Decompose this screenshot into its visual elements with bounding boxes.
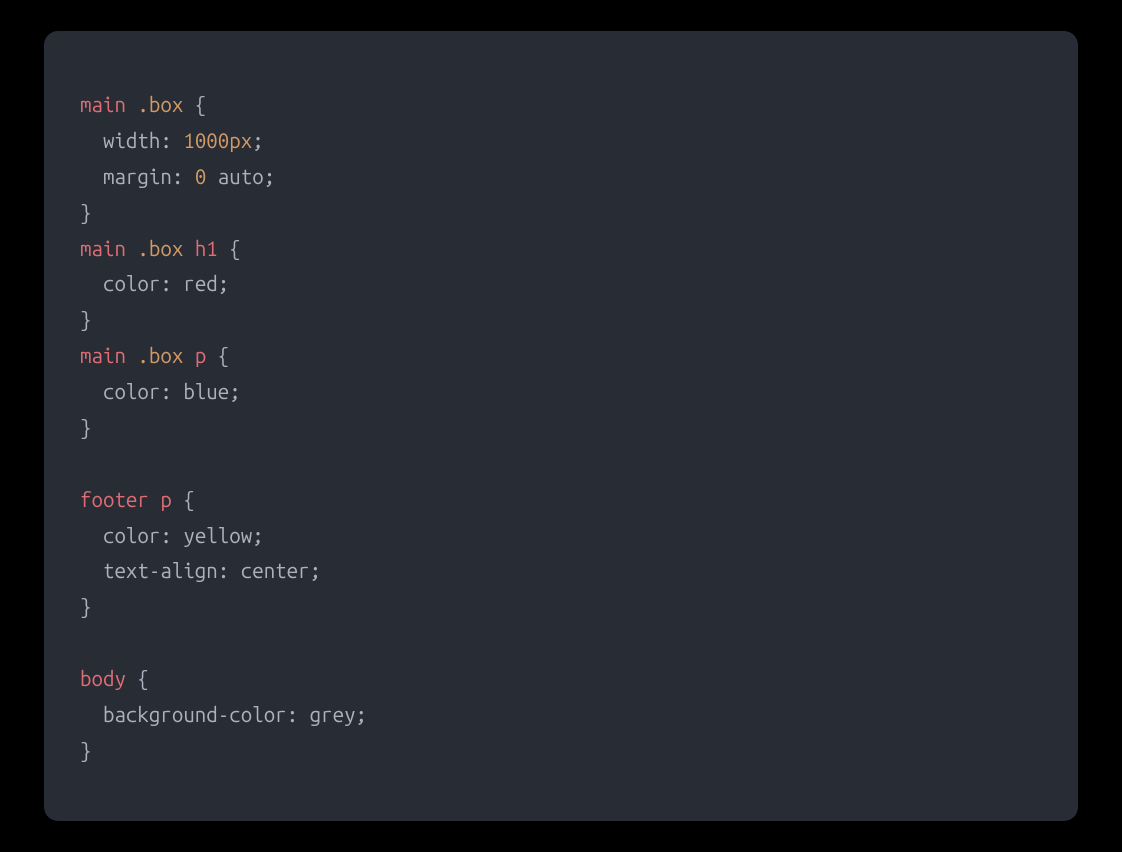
code-token: main bbox=[80, 237, 126, 260]
code-token: grey bbox=[310, 703, 356, 726]
code-token: } bbox=[80, 308, 91, 331]
code-token: : bbox=[160, 380, 183, 403]
code-token: main bbox=[80, 93, 126, 116]
code-token: .box bbox=[137, 93, 183, 116]
code-token: blue bbox=[183, 380, 229, 403]
code-token: : bbox=[160, 129, 183, 152]
code-token bbox=[126, 237, 137, 260]
code-token: yellow bbox=[183, 524, 252, 547]
code-token bbox=[126, 344, 137, 367]
code-token bbox=[80, 380, 103, 403]
code-token: 1000px bbox=[183, 129, 252, 152]
code-token: ; bbox=[252, 524, 263, 547]
code-line: text-align: center; bbox=[80, 559, 321, 582]
code-token: ; bbox=[218, 272, 229, 295]
code-line: main .box h1 { bbox=[80, 237, 241, 260]
code-token: 0 bbox=[195, 165, 206, 188]
code-token: : center; bbox=[218, 559, 321, 582]
code-token: { bbox=[206, 344, 229, 367]
code-token: main bbox=[80, 344, 126, 367]
code-token: auto; bbox=[206, 165, 275, 188]
code-line: width: 1000px; bbox=[80, 129, 264, 152]
code-token bbox=[183, 344, 194, 367]
code-token bbox=[183, 237, 194, 260]
code-token: footer bbox=[80, 488, 149, 511]
code-token bbox=[80, 559, 103, 582]
code-line: body { bbox=[80, 667, 149, 690]
code-token bbox=[149, 488, 160, 511]
code-token: red bbox=[183, 272, 217, 295]
code-line: } bbox=[80, 201, 91, 224]
code-token: p bbox=[195, 344, 206, 367]
code-line: } bbox=[80, 416, 91, 439]
code-line: color: red; bbox=[80, 272, 229, 295]
code-token: { bbox=[172, 488, 195, 511]
code-token: ; bbox=[356, 703, 367, 726]
code-line: footer p { bbox=[80, 488, 195, 511]
code-panel: main .box { width: 1000px; margin: 0 aut… bbox=[44, 31, 1078, 821]
code-token: { bbox=[126, 667, 149, 690]
code-token: body bbox=[80, 667, 126, 690]
code-token: color bbox=[103, 380, 160, 403]
code-token bbox=[80, 524, 103, 547]
code-token: text-align bbox=[103, 559, 218, 582]
code-token: width bbox=[103, 129, 160, 152]
code-token: : bbox=[160, 524, 183, 547]
code-line: background-color: grey; bbox=[80, 703, 367, 726]
code-token: background-color bbox=[103, 703, 287, 726]
code-line: main .box p { bbox=[80, 344, 229, 367]
code-token: { bbox=[218, 237, 241, 260]
code-token: margin bbox=[103, 165, 172, 188]
code-token: .box bbox=[137, 237, 183, 260]
code-line: main .box { bbox=[80, 93, 206, 116]
code-token: } bbox=[80, 739, 91, 762]
code-token bbox=[80, 703, 103, 726]
code-token: } bbox=[80, 416, 91, 439]
code-token: } bbox=[80, 595, 91, 618]
code-token: : bbox=[287, 703, 310, 726]
code-token bbox=[126, 93, 137, 116]
code-line: color: yellow; bbox=[80, 524, 264, 547]
code-token: p bbox=[160, 488, 171, 511]
code-token: color bbox=[103, 524, 160, 547]
code-token: .box bbox=[137, 344, 183, 367]
code-token: color bbox=[103, 272, 160, 295]
code-token: : bbox=[160, 272, 183, 295]
code-token bbox=[80, 165, 103, 188]
code-token: ; bbox=[252, 129, 263, 152]
code-token bbox=[80, 129, 103, 152]
code-token bbox=[80, 272, 103, 295]
code-token: } bbox=[80, 201, 91, 224]
code-line: } bbox=[80, 739, 91, 762]
code-token: ; bbox=[229, 380, 240, 403]
code-block: main .box { width: 1000px; margin: 0 aut… bbox=[80, 87, 1042, 769]
code-token: : bbox=[172, 165, 195, 188]
code-token: h1 bbox=[195, 237, 218, 260]
code-line: margin: 0 auto; bbox=[80, 165, 275, 188]
code-line: color: blue; bbox=[80, 380, 241, 403]
code-token: { bbox=[183, 93, 206, 116]
code-line: } bbox=[80, 308, 91, 331]
code-line: } bbox=[80, 595, 91, 618]
